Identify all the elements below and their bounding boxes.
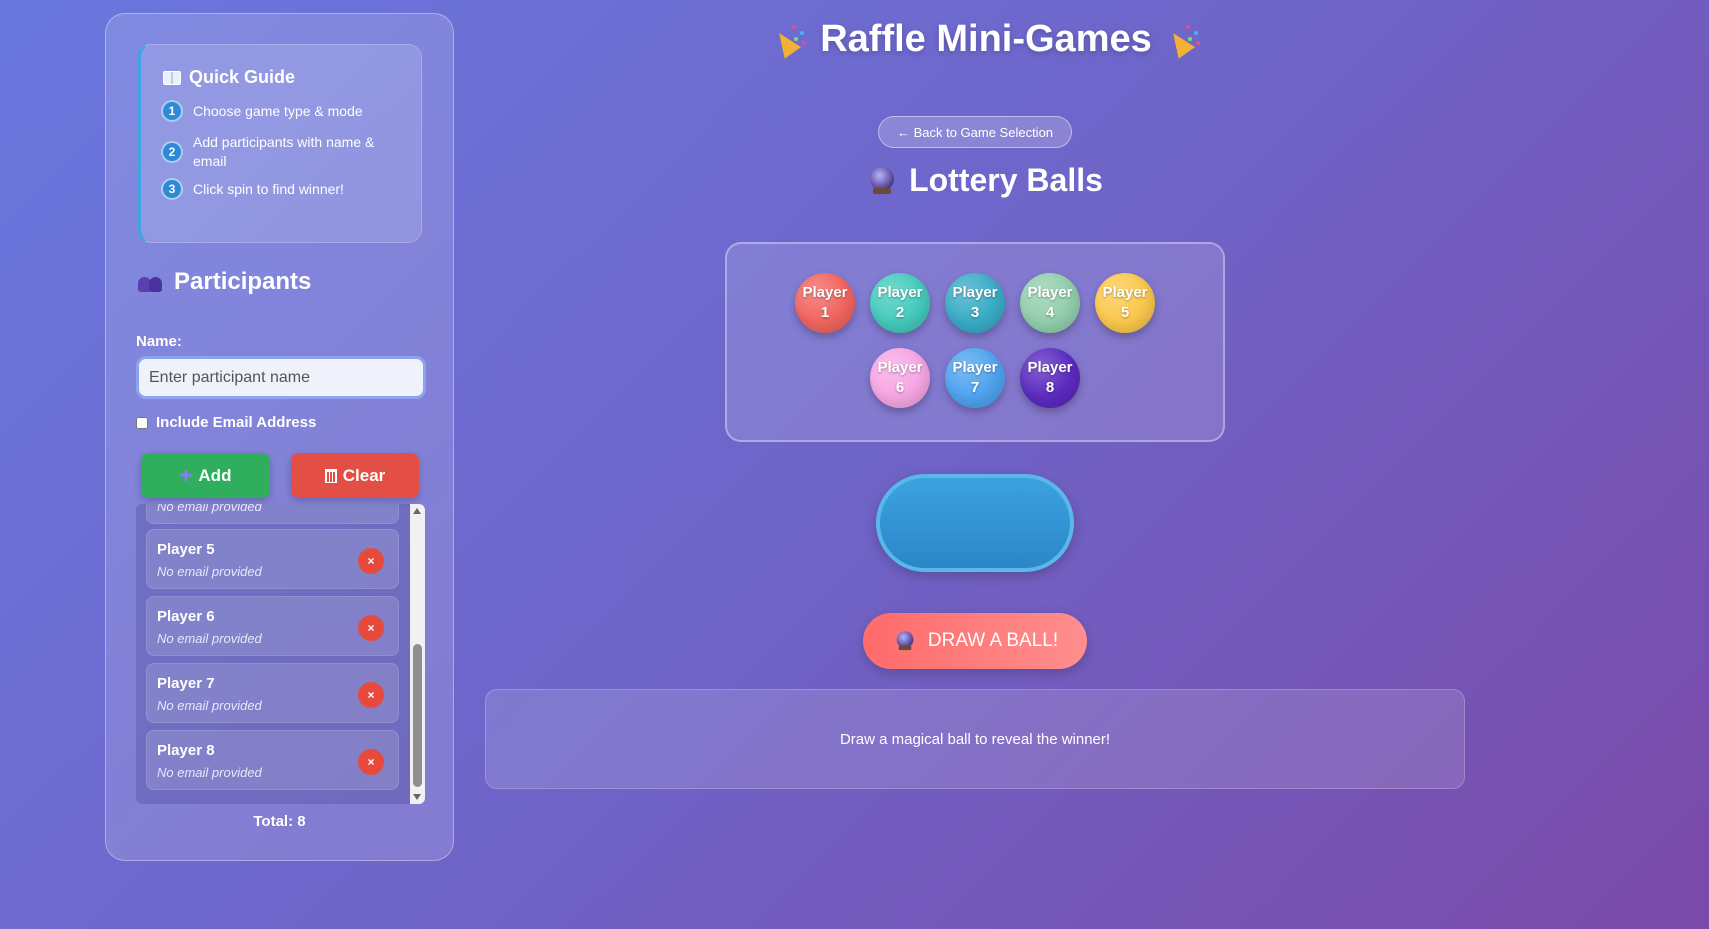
guide-title: Quick Guide — [189, 67, 296, 87]
game-title: Lottery Balls — [486, 162, 1486, 199]
result-message: Draw a magical ball to reveal the winner… — [839, 730, 1111, 748]
remove-participant-button[interactable]: × — [358, 615, 384, 641]
party-popper-icon — [1166, 23, 1200, 57]
result-panel: Draw a magical ball to reveal the winner… — [485, 689, 1465, 789]
lottery-ball: Player 5 — [1095, 273, 1155, 333]
back-to-game-selection-button[interactable]: ← Back to Game Selection — [878, 116, 1072, 148]
game-title-text: Lottery Balls — [909, 162, 1103, 198]
lottery-ball: Player 1 — [795, 273, 855, 333]
guide-step: 2 Add participants with name & email — [161, 133, 411, 171]
remove-participant-button[interactable]: × — [358, 749, 384, 775]
guide-step: 1 Choose game type & mode — [161, 100, 411, 122]
participant-email: No email provided — [157, 765, 262, 780]
step-number: 1 — [161, 100, 183, 122]
include-email-checkbox[interactable] — [136, 416, 148, 429]
step-number: 3 — [161, 178, 183, 200]
participants-heading: Participants — [138, 268, 311, 296]
book-icon — [163, 70, 181, 85]
participant-email: No email provided — [157, 564, 262, 579]
crystal-ball-icon — [869, 166, 895, 195]
lottery-balls-panel: Player 1 Player 2 Player 3 Player 4 Player 5 … — [725, 242, 1225, 442]
quick-guide: Quick Guide 1 Choose game type & mode 2 … — [137, 44, 422, 243]
lottery-ball: Player 4 — [1020, 273, 1080, 333]
list-item: Player 8 No email provided × — [146, 730, 399, 790]
people-icon — [138, 272, 164, 292]
guide-heading: Quick Guide — [163, 67, 295, 88]
participant-email: No email provided — [157, 631, 262, 646]
include-email-label: Include Email Address — [156, 414, 317, 431]
list-item: Player 5 No email provided × — [146, 529, 399, 589]
scroll-up-icon[interactable] — [413, 508, 421, 514]
step-text: Choose game type & mode — [193, 102, 363, 119]
lottery-ball: Player 3 — [945, 273, 1005, 333]
add-participant-button[interactable]: + Add — [141, 453, 270, 498]
lottery-ball: Player 8 — [1020, 348, 1080, 408]
participant-name: Player 6 — [157, 608, 215, 625]
app-title: Raffle Mini-Games — [486, 18, 1486, 61]
scroll-thumb[interactable] — [413, 644, 422, 787]
sidebar-panel: Quick Guide 1 Choose game type & mode 2 … — [105, 13, 454, 861]
lottery-ball: Player 2 — [870, 273, 930, 333]
app-title-text: Raffle Mini-Games — [820, 18, 1152, 60]
clear-participants-button[interactable]: Clear — [291, 453, 419, 498]
participant-total: Total: 8 — [253, 813, 306, 830]
step-number: 2 — [161, 141, 183, 163]
list-item: Player 6 No email provided × — [146, 596, 399, 656]
participant-name-input[interactable] — [136, 356, 426, 399]
crystal-ball-icon — [896, 631, 914, 651]
draw-button-label: DRAW A BALL! — [927, 630, 1059, 651]
participant-email: No email provided — [157, 504, 262, 514]
name-label: Name: — [136, 333, 182, 350]
lottery-ball: Player 7 — [945, 348, 1005, 408]
lottery-drum — [876, 474, 1074, 572]
scroll-down-icon[interactable] — [413, 794, 421, 800]
party-popper-icon — [772, 23, 806, 57]
guide-step: 3 Click spin to find winner! — [161, 178, 411, 200]
list-scrollbar[interactable] — [410, 504, 425, 804]
include-email-toggle[interactable]: Include Email Address — [136, 414, 316, 431]
list-item: Player 7 No email provided × — [146, 663, 399, 723]
remove-participant-button[interactable]: × — [358, 548, 384, 574]
clear-button-label: Clear — [342, 465, 386, 485]
participants-title: Participants — [174, 268, 312, 295]
participant-name: Player 7 — [157, 675, 215, 692]
participant-list[interactable]: No email provided Player 5 No email prov… — [136, 504, 425, 804]
trash-icon — [324, 468, 337, 483]
plus-icon: + — [179, 462, 193, 488]
draw-ball-button[interactable]: DRAW A BALL! — [863, 613, 1087, 669]
step-text: Click spin to find winner! — [193, 180, 344, 197]
lottery-ball: Player 6 — [870, 348, 930, 408]
list-item: No email provided — [146, 504, 399, 524]
participant-email: No email provided — [157, 698, 262, 713]
participant-name: Player 8 — [157, 742, 215, 759]
add-button-label: Add — [198, 465, 232, 485]
remove-participant-button[interactable]: × — [358, 682, 384, 708]
step-text: Add participants with name & email — [193, 134, 375, 169]
participant-name: Player 5 — [157, 541, 215, 558]
